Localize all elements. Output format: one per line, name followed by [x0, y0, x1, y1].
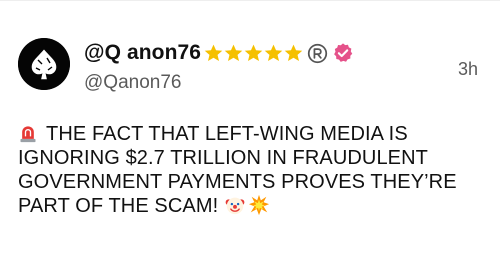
verified-icon	[334, 43, 353, 62]
star-icon	[204, 44, 223, 61]
post[interactable]: @Q anon76 @Qanon76 3h THE FACT THAT LEFT…	[0, 0, 500, 259]
star-icon	[284, 44, 303, 61]
timestamp[interactable]: 3h	[458, 59, 478, 80]
top-divider	[0, 0, 500, 1]
display-name[interactable]: @Q anon76	[84, 41, 201, 65]
post-header: @Q anon76 @Qanon76 3h	[84, 38, 482, 98]
siren-emoji-icon	[20, 126, 36, 143]
clown-emoji-icon	[225, 197, 245, 215]
star-icon	[264, 44, 283, 61]
star-badges	[203, 43, 303, 64]
handle[interactable]: @Qanon76	[84, 72, 181, 94]
star-icon	[224, 44, 243, 61]
spade-logo-icon	[18, 38, 70, 90]
registered-icon	[307, 43, 328, 63]
star-icon	[244, 44, 263, 61]
post-body: THE FACT THAT LEFT-WING MEDIA IS IGNORIN…	[18, 122, 488, 218]
avatar[interactable]	[18, 38, 70, 90]
name-row: @Q anon76	[84, 38, 354, 68]
collision-emoji-icon	[249, 194, 270, 216]
